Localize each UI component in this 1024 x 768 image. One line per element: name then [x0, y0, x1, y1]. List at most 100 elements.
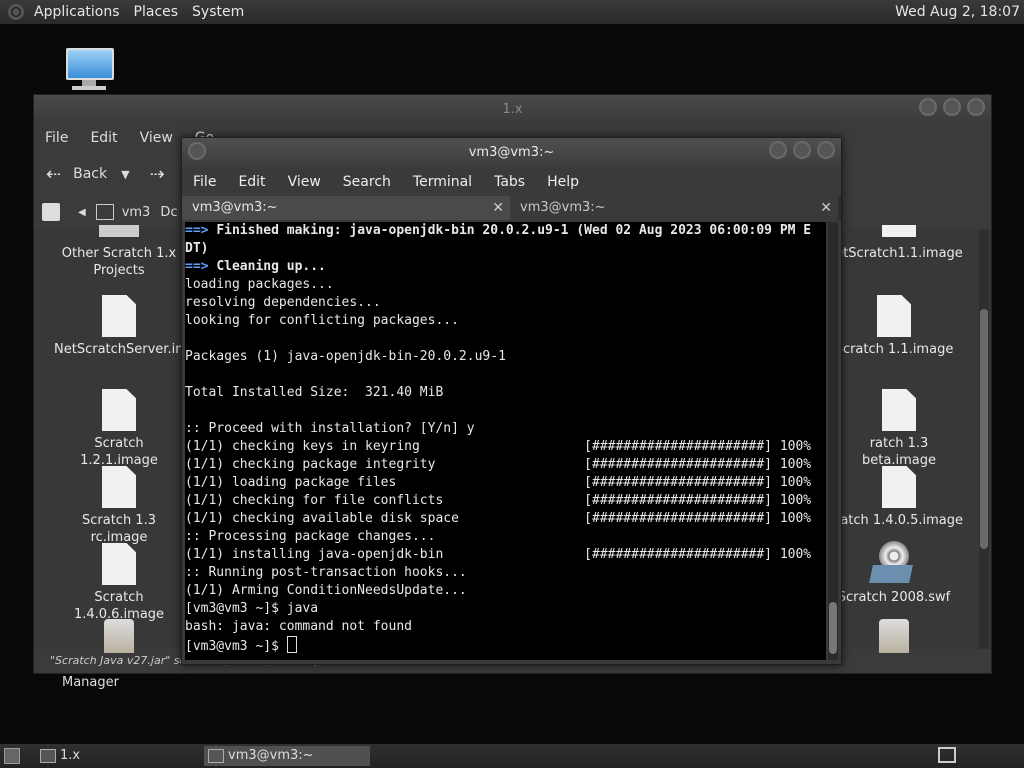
fm-menu-file[interactable]: File [34, 125, 79, 153]
home-icon[interactable] [95, 204, 114, 220]
terminal-window-buttons [769, 141, 835, 159]
scrollbar-thumb[interactable] [980, 309, 988, 549]
file-item[interactable] [829, 619, 959, 653]
top-panel: Applications Places System Wed Aug 2, 18… [0, 0, 1024, 24]
terminal-line: (1/1) Arming ConditionNeedsUpdate... [185, 582, 826, 600]
document-icon [882, 466, 916, 508]
show-desktop-left-icon[interactable] [4, 748, 20, 764]
terminal-tabs: vm3@vm3:~ ✕ vm3@vm3:~ ✕ [182, 196, 841, 220]
terminal-output[interactable]: ==> Finished making: java-openjdk-bin 20… [185, 222, 826, 660]
minimize-button[interactable] [769, 141, 787, 159]
document-icon [877, 295, 911, 337]
path-left-arrow-icon[interactable]: ◀ [78, 207, 86, 218]
terminal-line-text: (1/1) loading package files [###########… [185, 475, 812, 490]
terminal-line-text: (1/1) checking available disk space [###… [185, 511, 812, 526]
file-item[interactable]: Scratch 1.3 rc.image [54, 466, 184, 546]
term-menu-edit[interactable]: Edit [227, 174, 276, 190]
terminal-line: :: Proceed with installation? [Y/n] y [185, 420, 826, 438]
close-tab-icon[interactable]: ✕ [492, 196, 504, 220]
terminal-tab-2[interactable]: vm3@vm3:~ ✕ [510, 196, 838, 220]
terminal-line-text: (1/1) installing java-openjdk-bin [#####… [185, 547, 812, 562]
file-item[interactable]: Scratch 1.4.0.6.image [54, 543, 184, 623]
document-icon [882, 225, 916, 237]
path-button-home[interactable]: vm3 [122, 205, 151, 220]
taskbar-item-terminal[interactable]: vm3@vm3:~ [204, 746, 370, 766]
terminal-line: (1/1) checking available disk space [###… [185, 510, 826, 528]
taskbar-item-file-manager[interactable]: 1.x [36, 746, 200, 766]
path-button-partial[interactable]: Dc [160, 205, 177, 220]
document-icon [102, 466, 136, 508]
terminal-tab-1[interactable]: vm3@vm3:~ ✕ [182, 196, 510, 220]
term-menu-view[interactable]: View [277, 174, 332, 190]
jar-icon [104, 619, 134, 653]
chevron-down-icon[interactable]: ▼ [121, 168, 129, 181]
terminal-line-text: loading packages... [185, 277, 334, 292]
scrollbar-thumb[interactable] [829, 602, 837, 654]
file-item[interactable]: Scratch 1.2.1.image [54, 389, 184, 469]
folder-icon [40, 749, 56, 763]
maximize-button[interactable] [943, 98, 961, 116]
computer-desktop-icon[interactable] [62, 46, 114, 90]
terminal-line: (1/1) checking keys in keyring [########… [185, 438, 826, 456]
panel-clock[interactable]: Wed Aug 2, 18:07 [895, 4, 1020, 20]
edit-location-icon[interactable] [42, 203, 60, 221]
file-item[interactable]: Scratch 2008.swf [829, 541, 959, 606]
file-item[interactable] [54, 619, 184, 653]
fm-menu-edit[interactable]: Edit [79, 125, 128, 153]
term-menu-search[interactable]: Search [332, 174, 402, 190]
terminal-line-text: :: Running post-transaction hooks... [185, 565, 467, 580]
folder-icon [99, 225, 139, 237]
terminal-line: DT) [185, 240, 826, 258]
bottom-panel: 1.x vm3@vm3:~ [0, 744, 1024, 768]
distro-logo-icon[interactable] [8, 4, 24, 20]
terminal-line-text: (1/1) Arming ConditionNeedsUpdate... [185, 583, 467, 598]
terminal-line: Total Installed Size: 321.40 MiB [185, 384, 826, 402]
file-manager-toolbar: ⇠ Back ▼ ⇢ [34, 157, 184, 191]
window-menu-button[interactable] [188, 142, 206, 160]
file-item[interactable]: etScratch1.1.image [834, 225, 964, 262]
term-menu-file[interactable]: File [182, 174, 227, 190]
terminal-line: ==> Cleaning up... [185, 258, 826, 276]
maximize-button[interactable] [793, 141, 811, 159]
back-arrow-icon[interactable]: ⇠ [46, 164, 61, 185]
close-tab-icon[interactable]: ✕ [820, 196, 832, 220]
terminal-window[interactable]: vm3@vm3:~ File Edit View Search Terminal… [181, 137, 842, 665]
terminal-title: vm3@vm3:~ [182, 138, 841, 168]
terminal-menubar: File Edit View Search Terminal Tabs Help [182, 168, 841, 196]
menu-applications[interactable]: Applications [30, 4, 124, 20]
terminal-line-text: bash: java: command not found [185, 619, 412, 634]
file-item[interactable]: ratch 1.4.0.5.image [834, 466, 964, 529]
desktop-icon-label[interactable]: Manager [62, 675, 119, 690]
workspace-switcher-icon[interactable] [938, 747, 956, 763]
file-item[interactable]: Scratch 1.1.image [829, 295, 959, 358]
close-button[interactable] [817, 141, 835, 159]
term-menu-tabs[interactable]: Tabs [483, 174, 536, 190]
back-button[interactable]: Back [73, 166, 107, 182]
terminal-line: looking for conflicting packages... [185, 312, 826, 330]
terminal-line: Packages (1) java-openjdk-bin-20.0.2.u9-… [185, 348, 826, 366]
menu-system[interactable]: System [188, 4, 248, 20]
terminal-line: (1/1) checking package integrity [######… [185, 456, 826, 474]
document-icon [102, 389, 136, 431]
terminal-scrollbar[interactable] [828, 222, 838, 660]
term-menu-terminal[interactable]: Terminal [402, 174, 483, 190]
forward-arrow-icon[interactable]: ⇢ [150, 164, 165, 185]
close-button[interactable] [967, 98, 985, 116]
menu-places[interactable]: Places [130, 4, 183, 20]
terminal-line-text: :: Proceed with installation? [Y/n] y [185, 421, 475, 436]
minimize-button[interactable] [919, 98, 937, 116]
terminal-prompt[interactable]: [vm3@vm3 ~]$ [185, 636, 826, 654]
file-item[interactable]: ratch 1.3 beta.image [834, 389, 964, 469]
term-menu-help[interactable]: Help [536, 174, 590, 190]
terminal-line: ==> Finished making: java-openjdk-bin 20… [185, 222, 826, 240]
file-view-scrollbar[interactable] [979, 229, 989, 649]
file-manager-window-buttons [919, 98, 985, 116]
fm-menu-view[interactable]: View [129, 125, 184, 153]
file-item[interactable]: Other Scratch 1.x Projects [54, 225, 184, 279]
terminal-line-text: Cleaning up... [216, 259, 326, 274]
film-reel-icon [869, 541, 917, 587]
file-item[interactable]: NetScratchServer.image [54, 295, 212, 358]
terminal-line-text: (1/1) checking for file conflicts [#####… [185, 493, 812, 508]
